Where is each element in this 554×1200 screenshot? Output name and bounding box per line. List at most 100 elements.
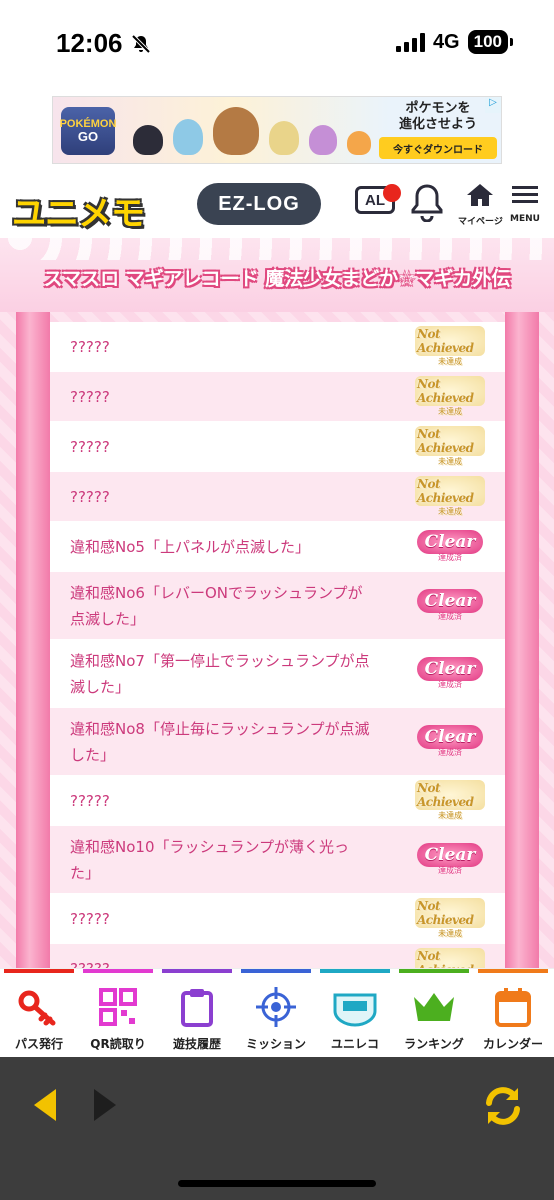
achievement-row[interactable]: 違和感No6「レバーONでラッシュランプが点滅した」 Clear 達成済 [50,572,505,640]
not-achieved-badge: Not Achieved未達成 [415,948,485,970]
achievement-row[interactable]: ????? Not Achieved未達成 [50,472,505,522]
badge-main-text: Not Achieved [415,898,485,928]
badge-sub-text: 未達成 [438,929,462,938]
frame-rail-left [16,312,50,970]
achievement-row[interactable]: 違和感No7「第一停止でラッシュランプが点滅した」 Clear 達成済 [50,640,505,708]
badge-main-text: Not Achieved [415,326,485,356]
clock-text: 12:06 [56,28,123,58]
achievement-row[interactable]: ????? Not Achieved未達成 [50,894,505,944]
achievement-title: ????? [70,487,110,506]
nav-item-unireco[interactable]: ユニレコ [320,969,390,1052]
badge-sub-text: 未達成 [438,357,462,366]
achievement-row[interactable]: ?????Not Achieved未達成 [50,944,505,970]
nav-color-bar [4,969,74,973]
calendar-icon [478,985,548,1029]
browser-toolbar [0,1057,554,1200]
achievement-title: ????? [70,909,110,928]
nav-item-crown[interactable]: ランキング [399,969,469,1052]
nav-color-bar [320,969,390,973]
not-achieved-badge: Not Achieved未達成 [415,326,485,366]
badge-sub-text: 未達成 [438,811,462,820]
battery-icon: 100 [467,30,514,54]
badge-main-text: Clear [416,843,484,867]
badge-sub-text: 未達成 [438,407,462,416]
clear-badge: Clear 達成済 [415,587,485,625]
ad-brand-line2: GO [77,128,99,144]
target-icon [241,985,311,1029]
achievement-list: ????? Not Achieved 未達成????? Not Achieved 未達成… [50,322,505,970]
badge-main-text: Clear [416,530,484,554]
notifications-button[interactable] [410,182,444,226]
unireco-icon [320,985,390,1029]
forward-arrow-icon[interactable] [90,1087,120,1123]
achievement-row[interactable]: ????? Not Achieved未達成 [50,776,505,826]
nav-item-key[interactable]: パス発行 [4,969,74,1052]
nav-item-clipboard[interactable]: 遊技履歴 [162,969,232,1052]
bell-slash-icon [131,34,150,53]
hamburger-icon [512,186,538,203]
achievement-row[interactable]: ????? Not Achieved未達成 [50,322,505,372]
signal-icon [395,32,425,52]
clear-badge: Clear 達成済 [415,528,485,566]
nav-color-bar [399,969,469,973]
home-icon [467,184,494,206]
menu-button[interactable]: MENU [510,182,540,224]
badge-sub-text: 達成済 [438,748,462,757]
badge-sub-text: 達成済 [438,866,462,875]
badge-main-text: Not Achieved [415,426,485,456]
pokemon-illustration [133,107,371,155]
reload-icon[interactable] [480,1083,526,1129]
nav-color-bar [162,969,232,973]
achievement-row[interactable]: 違和感No5「上パネルが点滅した」 Clear 達成済 [50,522,505,572]
lace-decoration [0,238,554,260]
achievement-title: 違和感No6「レバーONでラッシュランプが点滅した」 [70,583,363,628]
status-bar: 12:06 4G 100 [0,0,554,84]
badge-main-text: Clear [416,589,484,613]
ad-copy-line2: 進化させよう [398,117,477,133]
clear-badge: Clear 達成済 [415,841,485,879]
achievement-title: ????? [70,791,110,810]
frame-rail-right [505,312,539,970]
bottom-nav: パス発行 QR読取り 遊技履歴 ミッション ユニレコ ランキング カレンダー [0,968,554,1056]
achievement-row[interactable]: 違和感No8「停止毎にラッシュランプが点滅した」 Clear 達成済 [50,708,505,776]
pokemon-go-logo: POKÉMON GO [60,107,116,155]
not-achieved-badge: Not Achieved未達成 [415,476,485,516]
mypage-button[interactable]: マイページ [458,182,503,227]
unimemo-logo[interactable]: ユニメモ [12,186,145,235]
clear-badge: Clear 達成済 [415,723,485,761]
achievement-title: ????? [70,337,110,356]
not-achieved-badge: Not Achieved未達成 [415,780,485,820]
ez-log-button[interactable]: EZ-LOG [197,183,321,225]
nav-label: ランキング [404,1037,464,1051]
nav-label: カレンダー [482,1037,543,1051]
achievement-row[interactable]: ?????Not Achieved未達成 [50,422,505,472]
menu-label: MENU [510,214,540,224]
ad-download-button[interactable]: 今すぐダウンロード [379,137,497,159]
achievement-row[interactable]: 違和感No10「ラッシュランプが薄く光った」 Clear 達成済 [50,826,505,894]
adchoices-icon[interactable]: ▷ [485,97,501,113]
ad-copy-line1: ポケモンを [405,101,471,116]
notification-dot [383,184,401,202]
achievement-title: 違和感No10「ラッシュランプが薄く光った」 [70,837,350,882]
ad-banner[interactable]: POKÉMON GO ポケモンを 進化させよう 今すぐダウンロード ▷ [52,96,502,164]
nav-color-bar [241,969,311,973]
nav-item-qr-code[interactable]: QR読取り [83,969,153,1052]
al-button[interactable]: AL [355,182,401,214]
mypage-label: マイページ [458,217,503,227]
badge-main-text: Not Achieved [415,376,485,406]
not-achieved-badge: Not Achieved未達成 [415,898,485,938]
achievement-row[interactable]: ?????Not Achieved未達成 [50,372,505,422]
nav-label: QR読取り [90,1037,146,1051]
back-arrow-icon[interactable] [30,1087,60,1123]
badge-sub-text: 達成済 [438,553,462,562]
badge-sub-text: 達成済 [438,680,462,689]
badge-sub-text: 未達成 [438,457,462,466]
home-indicator[interactable] [178,1180,376,1187]
badge-main-text: Not Achieved [415,780,485,810]
nav-item-calendar[interactable]: カレンダー [478,969,548,1052]
key-icon [4,985,74,1029]
nav-item-target[interactable]: ミッション [241,969,311,1052]
nav-label: ユニレコ [330,1037,379,1051]
achievement-panel: ????? Not Achieved 未達成????? Not Achieved 未達成… [0,312,554,970]
clipboard-icon [162,985,232,1029]
